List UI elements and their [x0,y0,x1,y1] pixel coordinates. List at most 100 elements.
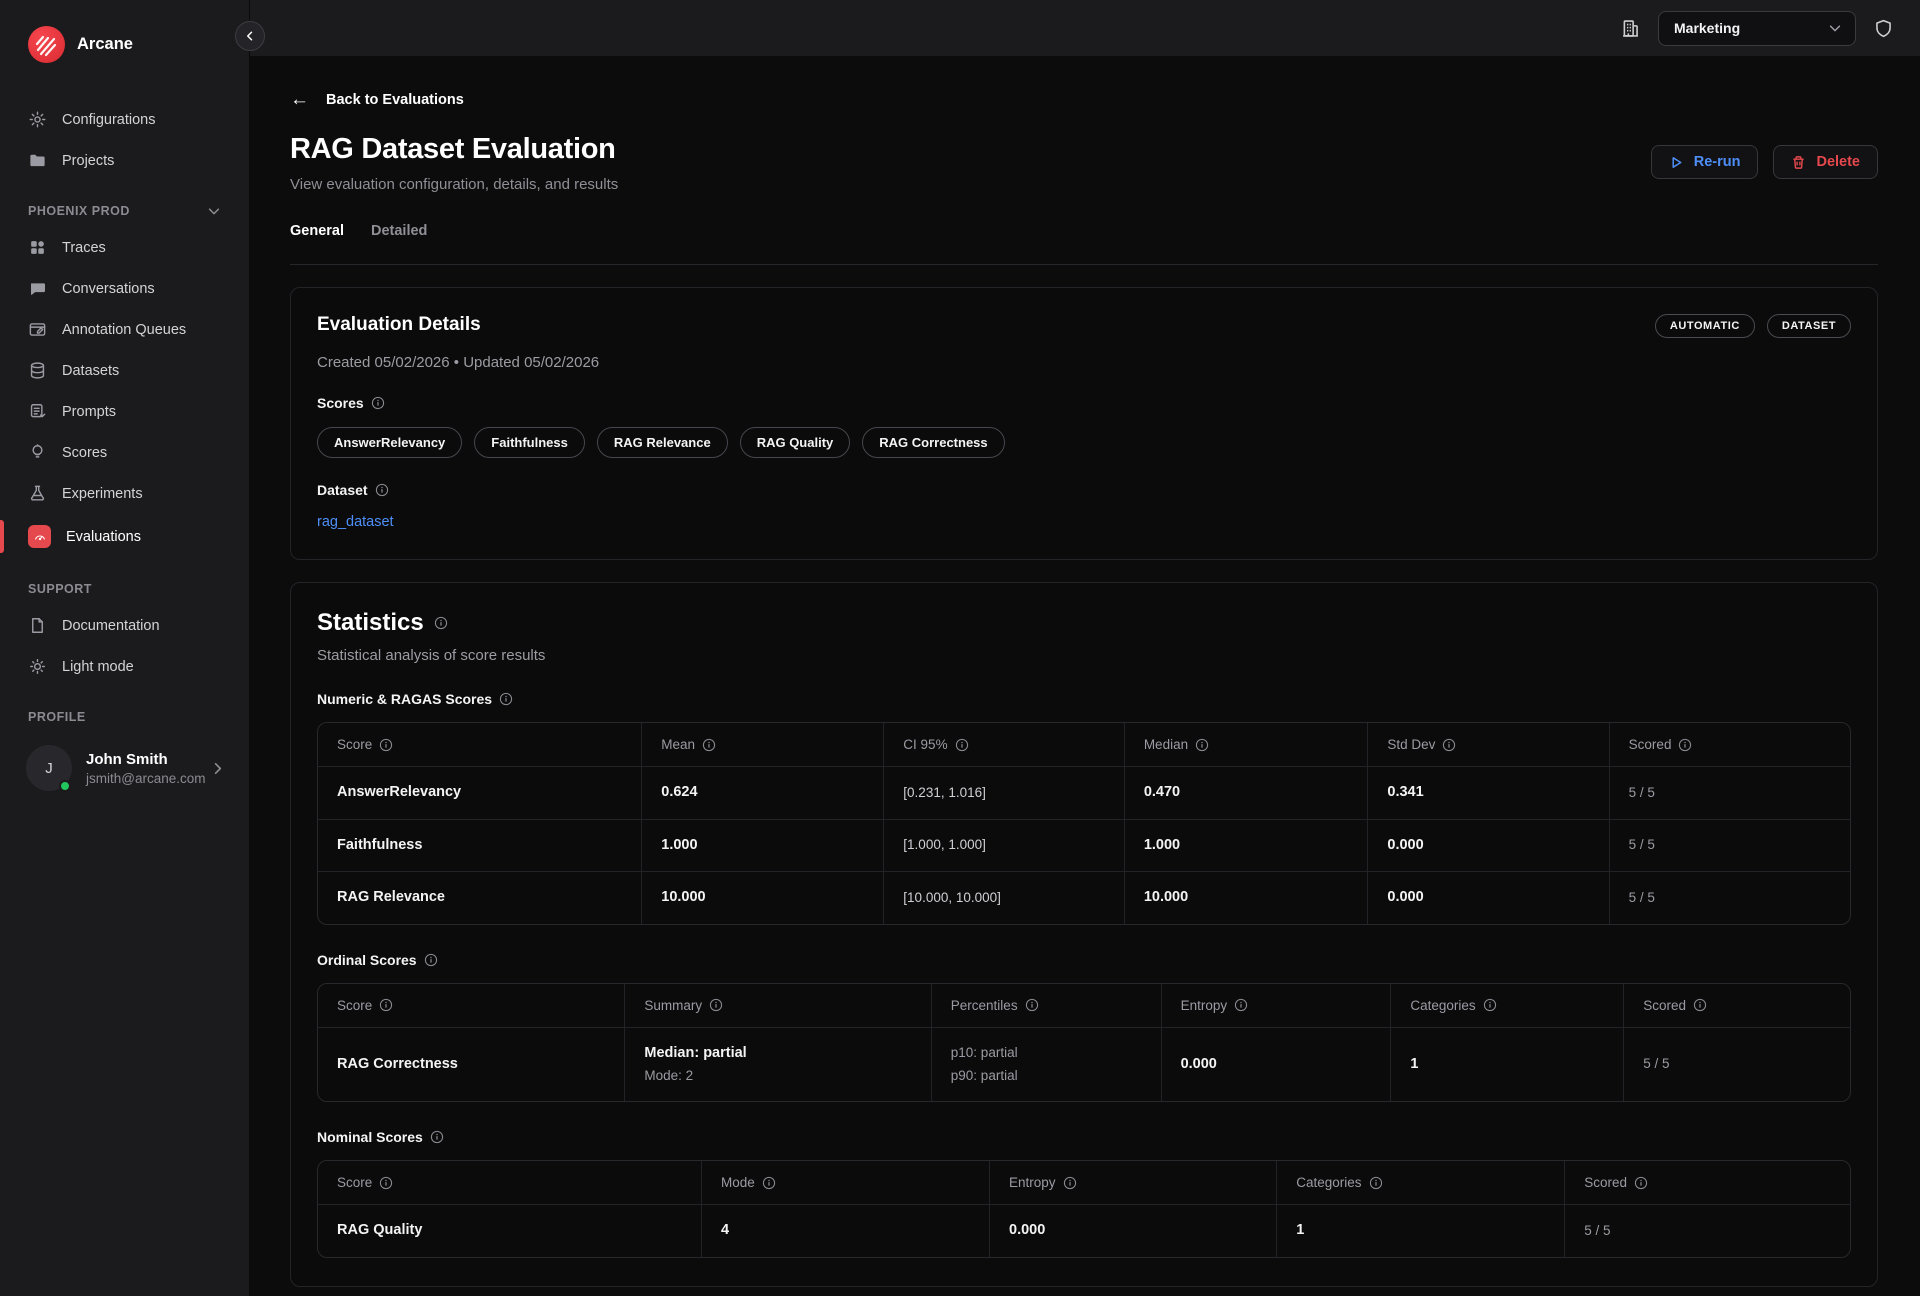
workspace-select[interactable]: Marketing [1658,11,1856,46]
sidebar-item-documentation[interactable]: Documentation [0,605,249,646]
sun-icon [28,657,47,676]
arrow-left-icon: ← [290,90,309,109]
workspace-selected-value: Marketing [1674,20,1740,36]
column-header-categories: Categories [1390,984,1623,1027]
section-heading-phoenix-prod[interactable]: PHOENIX PROD [0,191,249,227]
statistics-title: Statistics [317,609,424,637]
column-header-scored: Scored [1564,1161,1850,1204]
info-icon[interactable] [1634,1176,1648,1190]
grid-icon [28,238,47,257]
table-cell: 5 / 5 [1609,871,1850,924]
info-icon[interactable] [424,953,438,967]
sidebar-item-label: Conversations [62,281,155,297]
chevron-down-icon [207,204,221,218]
scores-label: Scores [317,395,385,411]
statistics-subtitle: Statistical analysis of score results [317,647,1851,664]
table-heading-nominal-scores: Nominal Scores [317,1129,444,1145]
sidebar-item-scores[interactable]: Scores [0,432,249,473]
profile-row[interactable]: J John Smith jsmith@arcane.com [0,733,249,803]
column-header-summary: Summary [624,984,930,1027]
info-icon[interactable] [702,738,716,752]
annotation-icon [28,320,47,339]
sidebar-item-label: Traces [62,240,106,256]
profile-section-heading: PROFILE [0,697,249,733]
column-header-scored: Scored [1609,723,1850,766]
table-cell: 0.000 [1161,1027,1391,1102]
chevron-right-icon [210,761,225,776]
sidebar-item-label: Evaluations [66,529,141,545]
score-chips: AnswerRelevancyFaithfulnessRAG Relevance… [317,427,1851,458]
folder-icon [28,151,47,170]
brand[interactable]: Arcane [0,0,249,73]
info-icon[interactable] [1678,738,1692,752]
sidebar-item-projects[interactable]: Projects [0,140,249,181]
table-row: RAG Relevance10.000[10.000, 10.000]10.00… [318,871,1850,924]
sidebar-item-annotation-queues[interactable]: Annotation Queues [0,309,249,350]
info-icon[interactable] [379,1176,393,1190]
avatar-initial: J [45,760,53,777]
table-row: RAG CorrectnessMedian: partialMode: 2p10… [318,1027,1850,1102]
info-icon[interactable] [430,1130,444,1144]
table-ordinal-scores: ScoreSummaryPercentilesEntropyCategories… [317,983,1851,1103]
info-icon[interactable] [434,616,448,630]
dataset-label: Dataset [317,482,389,498]
sidebar-item-configurations[interactable]: Configurations [0,99,249,140]
score-chip: RAG Correctness [862,427,1004,458]
table-cell: 0.000 [989,1204,1276,1257]
info-icon[interactable] [1025,998,1039,1012]
info-icon[interactable] [375,483,389,497]
info-icon[interactable] [371,396,385,410]
sidebar-item-label: Annotation Queues [62,322,186,338]
info-icon[interactable] [709,998,723,1012]
table-cell: 5 / 5 [1609,766,1850,819]
sidebar-item-traces[interactable]: Traces [0,227,249,268]
info-icon[interactable] [762,1176,776,1190]
table-cell: 1 [1276,1204,1564,1257]
info-icon[interactable] [379,998,393,1012]
badge-dataset: DATASET [1767,314,1851,338]
shield-icon[interactable] [1873,18,1894,39]
table-cell: 4 [701,1204,989,1257]
info-icon[interactable] [1195,738,1209,752]
sidebar-item-conversations[interactable]: Conversations [0,268,249,309]
info-icon[interactable] [1442,738,1456,752]
sidebar-item-prompts[interactable]: Prompts [0,391,249,432]
sidebar-item-light-mode[interactable]: Light mode [0,646,249,687]
sidebar-collapse-button[interactable] [235,21,265,51]
brand-name: Arcane [77,35,133,54]
sidebar-nav: ConfigurationsProjects PHOENIX PROD Traces… [0,99,249,687]
created-updated-line: Created 05/02/2026 • Updated 05/02/2026 [317,354,1851,371]
sidebar-item-datasets[interactable]: Datasets [0,350,249,391]
column-header-std-dev: Std Dev [1367,723,1608,766]
info-icon[interactable] [955,738,969,752]
sidebar-item-experiments[interactable]: Experiments [0,473,249,514]
table-cell: 0.341 [1367,766,1608,819]
delete-button[interactable]: Delete [1773,145,1878,179]
info-icon[interactable] [499,692,513,706]
info-icon[interactable] [1234,998,1248,1012]
table-cell: 5 / 5 [1564,1204,1850,1257]
section-heading-support: SUPPORT [0,569,249,605]
sidebar-item-evaluations[interactable]: Evaluations [0,514,249,559]
back-to-evaluations-link[interactable]: ← Back to Evaluations [290,90,464,109]
info-icon[interactable] [1063,1176,1077,1190]
info-icon[interactable] [1369,1176,1383,1190]
table-cell: 1.000 [1124,819,1368,872]
table-cell: 10.000 [641,871,883,924]
tab-general[interactable]: General [290,223,344,243]
rerun-button[interactable]: Re-run [1651,145,1759,179]
gauge-icon [28,525,51,548]
table-row: Faithfulness1.000[1.000, 1.000]1.0000.00… [318,819,1850,872]
info-icon[interactable] [1693,998,1707,1012]
column-header-score: Score [318,984,624,1027]
table-nominal-scores: ScoreModeEntropyCategoriesScoredRAG Qual… [317,1160,1851,1258]
info-icon[interactable] [379,738,393,752]
info-icon[interactable] [1483,998,1497,1012]
play-icon [1669,155,1684,170]
doc-icon [28,616,47,635]
dataset-link[interactable]: rag_dataset [317,514,394,530]
table-cell: 0.470 [1124,766,1368,819]
avatar: J [26,745,72,791]
tab-detailed[interactable]: Detailed [371,223,427,243]
table-cell: 1.000 [641,819,883,872]
